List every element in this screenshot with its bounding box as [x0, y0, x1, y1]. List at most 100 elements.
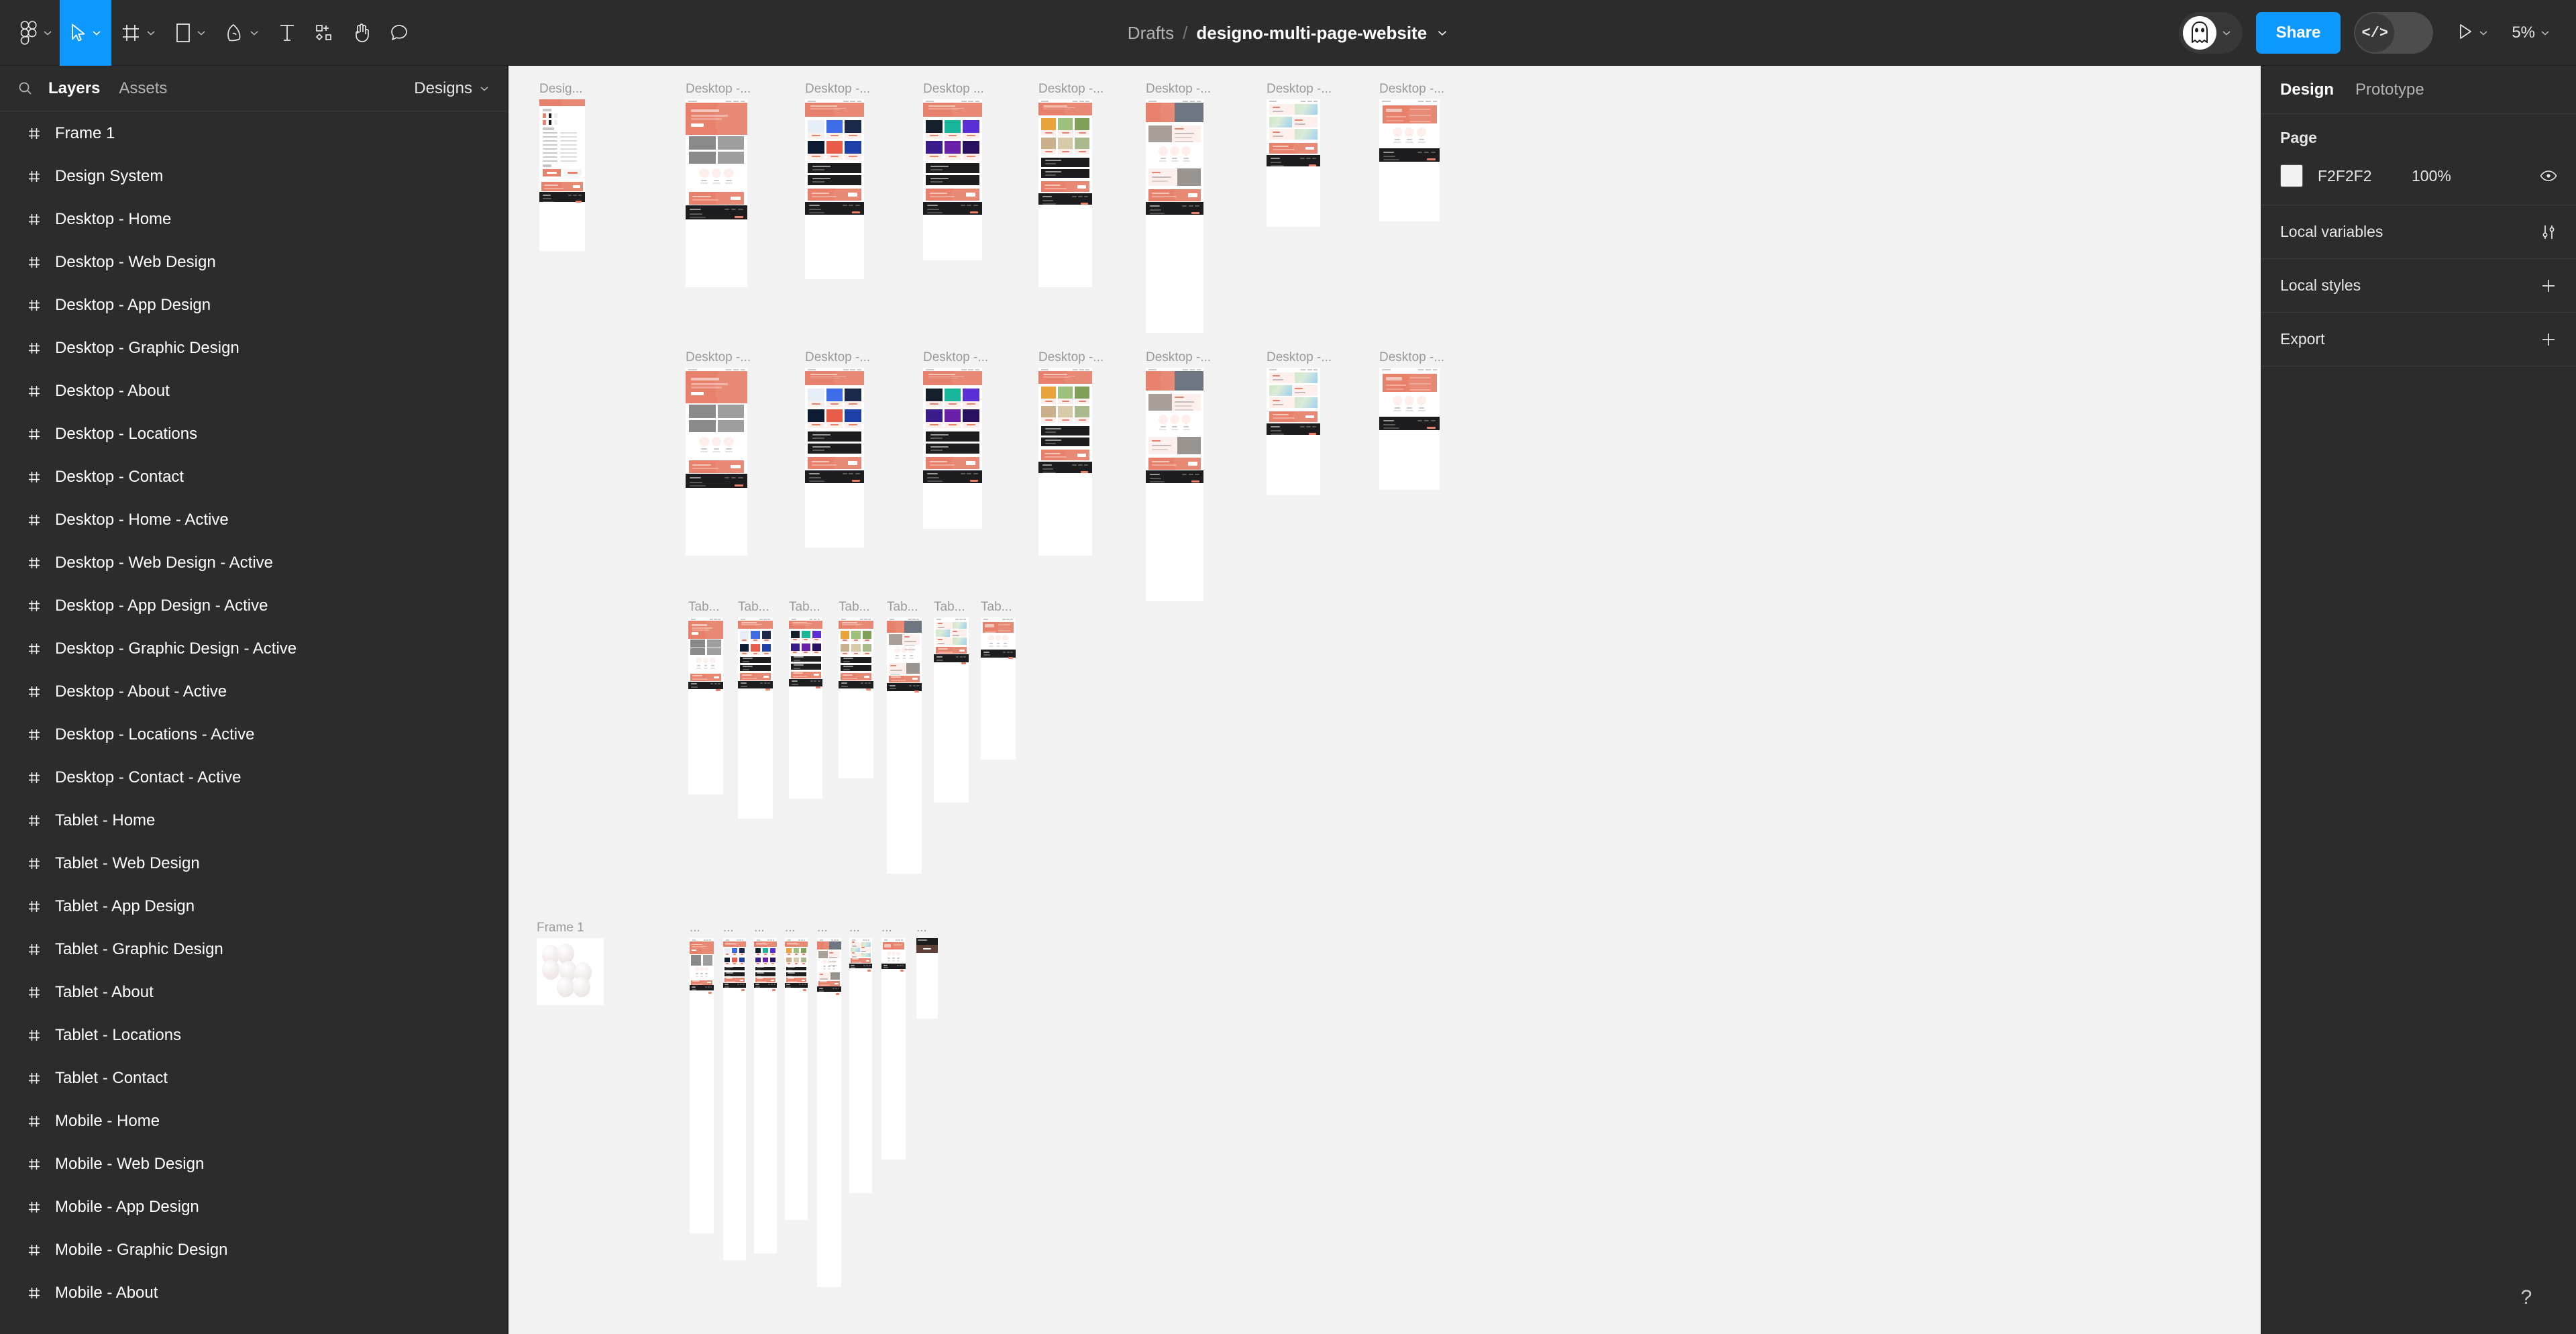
layer-item[interactable]: Design System	[0, 155, 507, 198]
canvas-frame[interactable]: Tab...	[688, 600, 723, 794]
tab-prototype[interactable]: Prototype	[2355, 81, 2424, 99]
frame-label[interactable]: ...	[690, 921, 700, 935]
help-button[interactable]: ?	[2508, 1279, 2545, 1317]
frame-label[interactable]: Desktop -...	[686, 350, 751, 365]
frame-thumbnail[interactable]	[789, 617, 822, 799]
layer-item[interactable]: Mobile - Home	[0, 1100, 507, 1143]
frame-label[interactable]: Desktop -...	[1379, 350, 1444, 365]
local-variables-row[interactable]: Local variables	[2261, 205, 2576, 259]
layer-item[interactable]: Desktop - Locations	[0, 413, 507, 456]
canvas-frame[interactable]: Desktop -...	[1379, 350, 1444, 490]
frame-thumbnail[interactable]	[686, 99, 747, 287]
frame-thumbnail[interactable]	[1038, 99, 1092, 287]
page-fill-opacity[interactable]: 100%	[2412, 167, 2451, 185]
plus-icon[interactable]	[2540, 331, 2557, 348]
canvas-frame[interactable]: Desktop -...	[1267, 82, 1332, 227]
hand-tool-button[interactable]	[343, 0, 380, 66]
export-row[interactable]: Export	[2261, 313, 2576, 366]
frame-label[interactable]: ...	[817, 921, 828, 935]
canvas-frame[interactable]: ...	[817, 921, 841, 1287]
frame-label[interactable]: ...	[723, 921, 734, 935]
frame-thumbnail[interactable]	[981, 617, 1016, 760]
layer-item[interactable]: Desktop - Home - Active	[0, 499, 507, 542]
canvas-frame[interactable]: Tab...	[738, 600, 773, 819]
tab-assets[interactable]: Assets	[119, 79, 167, 98]
frame-label[interactable]: Desktop -...	[805, 350, 870, 365]
canvas-frame[interactable]: Desktop -...	[1146, 350, 1211, 601]
frame-label[interactable]: Tab...	[934, 600, 965, 615]
frame-label[interactable]: Tab...	[981, 600, 1012, 615]
search-icon[interactable]	[17, 81, 34, 97]
frame-label[interactable]: Tab...	[738, 600, 769, 615]
frame-thumbnail[interactable]	[805, 368, 864, 548]
text-tool-button[interactable]	[269, 0, 305, 66]
canvas-frame[interactable]: Desktop -...	[686, 350, 751, 556]
layer-item[interactable]: Mobile - About	[0, 1272, 507, 1315]
shape-tool-button[interactable]	[166, 0, 216, 66]
canvas-frame[interactable]: Tab...	[934, 600, 969, 803]
canvas-frame[interactable]: Desktop -...	[1038, 82, 1104, 287]
layer-item[interactable]: Mobile - Web Design	[0, 1143, 507, 1186]
frame-thumbnail[interactable]	[754, 938, 777, 1253]
canvas-frame[interactable]: Desig...	[539, 82, 585, 251]
frame-label[interactable]: Desktop -...	[1379, 82, 1444, 97]
canvas-frame[interactable]: Desktop ...	[923, 82, 984, 260]
sliders-icon[interactable]	[2540, 223, 2557, 241]
canvas-frame[interactable]: ...	[690, 921, 714, 1233]
frame-thumbnail[interactable]	[923, 99, 982, 260]
layer-item[interactable]: Tablet - Contact	[0, 1057, 507, 1100]
layer-item[interactable]: Tablet - App Design	[0, 885, 507, 928]
layer-item[interactable]: Desktop - Graphic Design - Active	[0, 627, 507, 670]
canvas-frame[interactable]: Frame 1	[537, 921, 604, 1005]
frame-label[interactable]: Desktop -...	[686, 82, 751, 97]
layer-item[interactable]: Tablet - Web Design	[0, 842, 507, 885]
layer-list[interactable]: Frame 1 Design System Desktop - Home Deskto…	[0, 112, 507, 1334]
frame-label[interactable]: ...	[849, 921, 860, 935]
canvas-frame[interactable]: Tab...	[981, 600, 1016, 760]
frame-label[interactable]: Tab...	[688, 600, 719, 615]
local-styles-row[interactable]: Local styles	[2261, 259, 2576, 313]
frame-label[interactable]: Desktop -...	[1267, 350, 1332, 365]
frame-thumbnail[interactable]	[686, 368, 747, 556]
canvas-frame[interactable]: Desktop -...	[1038, 350, 1104, 556]
frame-label[interactable]: ...	[916, 921, 927, 935]
frame-thumbnail[interactable]	[934, 617, 969, 803]
frame-thumbnail[interactable]	[1267, 99, 1320, 227]
layer-item[interactable]: Desktop - App Design	[0, 284, 507, 327]
frame-label[interactable]: Desktop -...	[1038, 350, 1104, 365]
resources-tool-button[interactable]	[305, 0, 343, 66]
layer-item[interactable]: Desktop - Web Design - Active	[0, 542, 507, 584]
frame-label[interactable]: Tab...	[789, 600, 820, 615]
canvas-frame[interactable]: ...	[881, 921, 906, 1160]
plus-icon[interactable]	[2540, 277, 2557, 295]
frame-label[interactable]: Desktop -...	[1267, 82, 1332, 97]
tab-design[interactable]: Design	[2280, 81, 2334, 99]
canvas-frame[interactable]: ...	[849, 921, 872, 1193]
layer-item[interactable]: Desktop - Home	[0, 198, 507, 241]
frame-thumbnail[interactable]	[1379, 99, 1440, 221]
canvas-frame[interactable]: Desktop -...	[1379, 82, 1444, 221]
canvas-frame[interactable]: Desktop -...	[686, 82, 751, 287]
frame-label[interactable]: Desig...	[539, 82, 582, 97]
layer-item[interactable]: Tablet - About	[0, 971, 507, 1014]
layer-item[interactable]: Tablet - Locations	[0, 1014, 507, 1057]
layer-item[interactable]: Desktop - About	[0, 370, 507, 413]
canvas-frame[interactable]: Desktop -...	[1267, 350, 1332, 495]
frame-thumbnail[interactable]	[817, 938, 841, 1287]
comment-tool-button[interactable]	[380, 0, 418, 66]
canvas-frame[interactable]: ...	[785, 921, 808, 1220]
frame-tool-button[interactable]	[111, 0, 166, 66]
layer-item[interactable]: Desktop - Web Design	[0, 241, 507, 284]
layer-item[interactable]: Desktop - Locations - Active	[0, 713, 507, 756]
frame-label[interactable]: Desktop -...	[1146, 350, 1211, 365]
pen-tool-button[interactable]	[216, 0, 269, 66]
layer-item[interactable]: Desktop - Contact	[0, 456, 507, 499]
dev-mode-toggle[interactable]: </>	[2354, 12, 2434, 54]
frame-label[interactable]: Frame 1	[537, 921, 584, 935]
canvas-frame[interactable]: ...	[916, 921, 938, 1019]
frame-thumbnail[interactable]	[1038, 368, 1092, 556]
frame-thumbnail[interactable]	[1379, 368, 1440, 490]
chevron-down-icon[interactable]	[1436, 27, 1448, 39]
avatar-menu-button[interactable]	[2178, 12, 2243, 54]
canvas-frame[interactable]: Desktop -...	[923, 350, 988, 529]
